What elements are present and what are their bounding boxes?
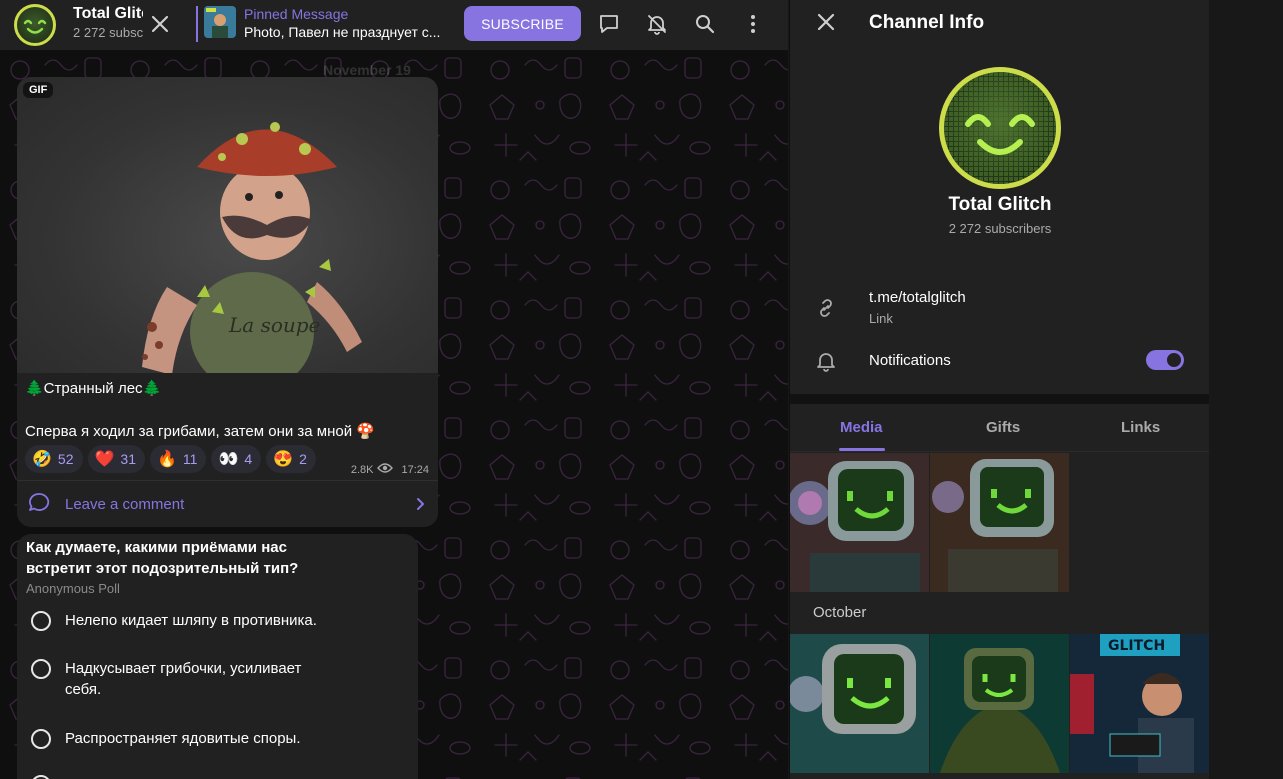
reaction-count: 31: [120, 451, 136, 467]
gif-media[interactable]: La soupe GIF: [17, 77, 438, 373]
comment-bubble-icon: [28, 492, 50, 514]
tab-links[interactable]: Links: [1121, 419, 1160, 436]
notifications-toggle[interactable]: [1146, 350, 1184, 370]
thumbnail-text: GLITCH: [1108, 638, 1165, 654]
eye-icon: [377, 462, 394, 477]
media-thumbnail[interactable]: [790, 634, 929, 773]
close-panel-icon[interactable]: [814, 10, 838, 34]
channel-name: Total Glitch: [948, 194, 1052, 215]
rofl-emoji-icon: 🤣: [32, 451, 52, 468]
pinned-message[interactable]: Pinned Message Photo, Павел не празднует…: [196, 6, 446, 42]
reaction-count: 4: [244, 451, 253, 467]
channel-link-label: Link: [869, 311, 893, 326]
close-icon[interactable]: [148, 12, 172, 36]
channel-title[interactable]: Total Glitch: [73, 5, 143, 23]
reaction-count: 11: [182, 451, 198, 467]
reaction-rofl[interactable]: 🤣 52: [25, 445, 83, 473]
tab-gifts[interactable]: Gifts: [986, 419, 1020, 436]
poll-option-label: Надкусывает грибочки, усиливает себя.: [65, 660, 302, 698]
reaction-heart[interactable]: ❤️ 31: [87, 445, 145, 473]
bell-icon: [814, 349, 838, 373]
chat-area: Total Glitch 2 272 subscribers Pinned Me…: [0, 0, 788, 779]
chevron-right-icon: [412, 496, 428, 512]
post-meta: 2.8K 17:24: [351, 462, 429, 477]
search-icon[interactable]: [693, 12, 717, 36]
channel-subscribers: 2 272 subscribers: [73, 25, 143, 40]
chat-header: Total Glitch 2 272 subscribers Pinned Me…: [0, 0, 788, 50]
toggle-knob: [1165, 351, 1183, 369]
reaction-eyes[interactable]: 👀 4: [211, 445, 262, 473]
comment-label: Leave a comment: [65, 496, 185, 513]
poll-option[interactable]: [31, 774, 391, 779]
heart-emoji-icon: ❤️: [94, 451, 115, 468]
media-thumbnail[interactable]: [930, 634, 1069, 773]
pinned-title: Pinned Message: [244, 6, 349, 22]
channel-avatar-large[interactable]: [939, 67, 1061, 189]
radio-icon: [31, 659, 51, 679]
telegram-app: Total Glitch 2 272 subscribers Pinned Me…: [0, 0, 1283, 779]
channel-avatar[interactable]: [14, 4, 56, 46]
media-thumbnail[interactable]: [930, 453, 1069, 592]
view-count: 2.8K: [350, 463, 374, 476]
panel-title: Channel Info: [869, 12, 985, 33]
reaction-count: 52: [57, 451, 74, 467]
mute-bell-icon[interactable]: [645, 12, 669, 36]
leave-comment-button[interactable]: Leave a comment: [17, 481, 438, 527]
post-time: 17:24: [401, 463, 429, 476]
reaction-count: 2: [299, 451, 307, 467]
active-tab-indicator: [839, 448, 885, 451]
heart-eyes-emoji-icon: 😍: [273, 451, 294, 468]
poll-message: Как думаете, какими приёмами нас встрети…: [17, 534, 418, 779]
poll-option[interactable]: Нелепо кидает шляпу в противника.: [31, 610, 391, 631]
pinned-thumbnail: [204, 6, 236, 38]
reaction-heart-eyes[interactable]: 😍 2: [266, 445, 316, 473]
channel-info-panel: Channel Info Total Glitch 2 272 subscrib…: [789, 0, 1209, 779]
month-label: October: [813, 604, 867, 621]
radio-icon: [31, 611, 51, 631]
pinned-text: Photo, Павел не празднует с...: [244, 24, 441, 40]
link-icon: [814, 296, 838, 320]
more-icon[interactable]: [741, 12, 765, 36]
channel-subscribers: 2 272 subscribers: [948, 221, 1052, 236]
section-separator: [790, 394, 1209, 404]
radio-icon: [31, 775, 51, 779]
reactions-bar: 🤣 52 ❤️ 31 🔥 11 👀 4 😍 2: [25, 445, 316, 473]
gif-badge: GIF: [23, 82, 54, 98]
media-grid-row: [790, 453, 1069, 592]
channel-link[interactable]: t.me/totalglitch: [869, 289, 966, 306]
post-caption-body: Сперва я ходил за грибами, затем они за …: [25, 423, 375, 440]
poll-option[interactable]: Надкусывает грибочки, усиливает себя.: [31, 658, 391, 700]
radio-icon: [31, 729, 51, 749]
poll-option[interactable]: Распространяет ядовитые споры.: [31, 728, 391, 749]
poll-question: Как думаете, какими приёмами нас встрети…: [26, 539, 299, 577]
shirt-text: La soupe: [228, 313, 320, 337]
notifications-label: Notifications: [869, 352, 951, 369]
poll-option-label: Распространяет ядовитые споры.: [65, 730, 301, 747]
fire-emoji-icon: 🔥: [157, 451, 177, 468]
media-thumbnail[interactable]: GLITCH: [1070, 634, 1209, 773]
media-thumbnail[interactable]: [790, 453, 929, 592]
poll-option-label: Нелепо кидает шляпу в противника.: [65, 612, 317, 629]
tab-media[interactable]: Media: [840, 419, 883, 436]
subscribe-button[interactable]: SUBSCRIBE: [464, 6, 581, 41]
media-tabs: Media Gifts Links: [790, 404, 1209, 452]
media-grid-row: GLITCH: [790, 634, 1209, 773]
reaction-fire[interactable]: 🔥 11: [150, 445, 207, 473]
post-caption-title: 🌲Странный лес🌲: [25, 380, 162, 397]
channel-post: La soupe GIF 🌲Странный лес🌲 Сперва я ход…: [17, 77, 438, 527]
eyes-emoji-icon: 👀: [218, 451, 239, 468]
comments-icon[interactable]: [597, 12, 621, 36]
window-background: [1209, 0, 1283, 779]
poll-type: Anonymous Poll: [26, 581, 120, 596]
